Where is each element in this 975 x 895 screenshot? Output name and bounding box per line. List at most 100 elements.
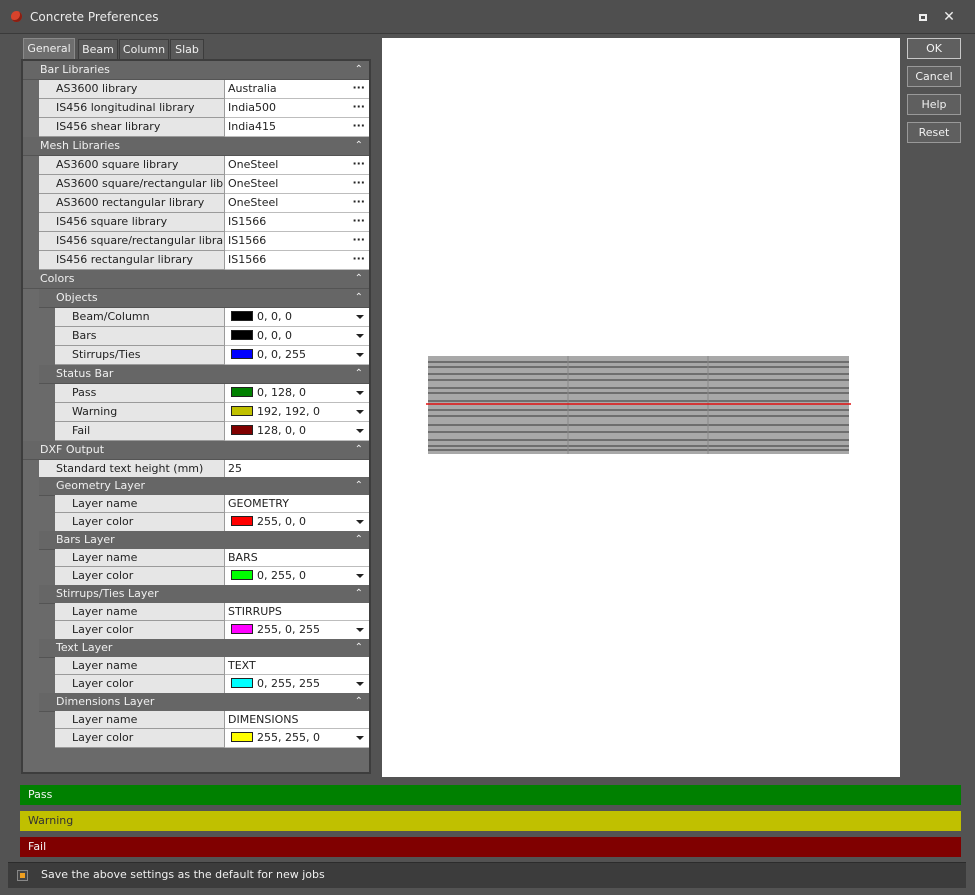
category-header[interactable]: Status Bar ⌃ <box>39 365 369 384</box>
property-value[interactable]: 255, 255, 0 <box>225 729 369 748</box>
reset-button[interactable]: Reset <box>907 122 961 143</box>
category-header[interactable]: Dimensions Layer ⌃ <box>39 693 369 712</box>
collapse-icon[interactable]: ⌃ <box>355 477 363 495</box>
ellipsis-icon[interactable]: ··· <box>352 251 365 268</box>
property-value[interactable]: OneSteel ··· <box>225 156 369 175</box>
property-row[interactable]: Layer color 0, 255, 255 <box>55 675 369 694</box>
category-header[interactable]: Geometry Layer ⌃ <box>39 477 369 496</box>
property-row[interactable]: Layer name TEXT <box>55 657 369 675</box>
tab-slab[interactable]: Slab <box>170 39 204 60</box>
property-value[interactable]: STIRRUPS <box>225 603 369 621</box>
tab-beam[interactable]: Beam <box>78 39 118 60</box>
property-value[interactable]: 255, 0, 255 <box>225 621 369 640</box>
category-header[interactable]: Objects ⌃ <box>39 289 369 308</box>
property-value[interactable]: 192, 192, 0 <box>225 403 369 422</box>
property-row[interactable]: Layer color 0, 255, 0 <box>55 567 369 586</box>
property-row[interactable]: Pass 0, 128, 0 <box>55 384 369 403</box>
collapse-icon[interactable]: ⌃ <box>355 289 363 307</box>
ellipsis-icon[interactable]: ··· <box>352 99 365 116</box>
ellipsis-icon[interactable]: ··· <box>352 156 365 173</box>
category-header[interactable]: Bars Layer ⌃ <box>39 531 369 550</box>
property-value[interactable]: DIMENSIONS <box>225 711 369 729</box>
category-header[interactable]: Colors ⌃ <box>23 270 369 289</box>
category-header[interactable]: Bar Libraries ⌃ <box>23 61 369 80</box>
dropdown-arrow-icon[interactable] <box>356 682 364 686</box>
property-row[interactable]: AS3600 library Australia ··· <box>39 80 369 99</box>
property-value[interactable]: India415 ··· <box>225 118 369 137</box>
collapse-icon[interactable]: ⌃ <box>355 365 363 383</box>
save-default-checkbox[interactable] <box>17 870 28 881</box>
collapse-icon[interactable]: ⌃ <box>355 639 363 657</box>
property-row[interactable]: Layer color 255, 0, 0 <box>55 513 369 532</box>
property-value[interactable]: TEXT <box>225 657 369 675</box>
property-row[interactable]: Stirrups/Ties 0, 0, 255 <box>55 346 369 365</box>
collapse-icon[interactable]: ⌃ <box>355 531 363 549</box>
dropdown-arrow-icon[interactable] <box>356 353 364 357</box>
property-value[interactable]: IS1566 ··· <box>225 232 369 251</box>
category-header[interactable]: DXF Output ⌃ <box>23 441 369 460</box>
cancel-button[interactable]: Cancel <box>907 66 961 87</box>
dropdown-arrow-icon[interactable] <box>356 410 364 414</box>
property-row[interactable]: Beam/Column 0, 0, 0 <box>55 308 369 327</box>
property-row[interactable]: AS3600 square/rectangular libraryOneStee… <box>39 175 369 194</box>
collapse-icon[interactable]: ⌃ <box>355 270 363 288</box>
ellipsis-icon[interactable]: ··· <box>352 80 365 97</box>
collapse-icon[interactable]: ⌃ <box>355 441 363 459</box>
close-icon[interactable]: ✕ <box>940 8 958 26</box>
property-value[interactable]: 255, 0, 0 <box>225 513 369 532</box>
category-header[interactable]: Text Layer ⌃ <box>39 639 369 658</box>
property-value[interactable]: 0, 255, 0 <box>225 567 369 586</box>
property-row[interactable]: Fail 128, 0, 0 <box>55 422 369 441</box>
dropdown-arrow-icon[interactable] <box>356 628 364 632</box>
dropdown-arrow-icon[interactable] <box>356 574 364 578</box>
ellipsis-icon[interactable]: ··· <box>352 213 365 230</box>
category-header[interactable]: Stirrups/Ties Layer ⌃ <box>39 585 369 604</box>
property-row[interactable]: Layer name GEOMETRY <box>55 495 369 513</box>
dropdown-arrow-icon[interactable] <box>356 391 364 395</box>
property-value[interactable]: 0, 0, 0 <box>225 327 369 346</box>
property-value[interactable]: 0, 255, 255 <box>225 675 369 694</box>
dropdown-arrow-icon[interactable] <box>356 334 364 338</box>
property-row[interactable]: IS456 longitudinal library India500 ··· <box>39 99 369 118</box>
property-row[interactable]: Layer name BARS <box>55 549 369 567</box>
tab-column[interactable]: Column <box>119 39 169 60</box>
ellipsis-icon[interactable]: ··· <box>352 194 365 211</box>
property-value[interactable]: OneSteel ··· <box>225 175 369 194</box>
property-value[interactable]: 0, 128, 0 <box>225 384 369 403</box>
property-row[interactable]: Layer name DIMENSIONS <box>55 711 369 729</box>
property-value[interactable]: IS1566 ··· <box>225 213 369 232</box>
property-row[interactable]: Bars 0, 0, 0 <box>55 327 369 346</box>
property-row[interactable]: IS456 square library IS1566 ··· <box>39 213 369 232</box>
category-header[interactable]: Mesh Libraries ⌃ <box>23 137 369 156</box>
property-row[interactable]: IS456 shear library India415 ··· <box>39 118 369 137</box>
property-value[interactable]: 0, 0, 0 <box>225 308 369 327</box>
property-row[interactable]: IS456 square/rectangular library IS1566 ··… <box>39 232 369 251</box>
ok-button[interactable]: OK <box>907 38 961 59</box>
collapse-icon[interactable]: ⌃ <box>355 693 363 711</box>
property-value[interactable]: India500 ··· <box>225 99 369 118</box>
ellipsis-icon[interactable]: ··· <box>352 118 365 135</box>
property-value[interactable]: IS1566 ··· <box>225 251 369 270</box>
ellipsis-icon[interactable]: ··· <box>352 232 365 249</box>
property-value[interactable]: 0, 0, 255 <box>225 346 369 365</box>
dropdown-arrow-icon[interactable] <box>356 520 364 524</box>
property-value[interactable]: GEOMETRY <box>225 495 369 513</box>
collapse-icon[interactable]: ⌃ <box>355 61 363 79</box>
property-row[interactable]: Standard text height (mm) 25 <box>39 460 369 478</box>
property-value[interactable]: BARS <box>225 549 369 567</box>
collapse-icon[interactable]: ⌃ <box>355 585 363 603</box>
property-row[interactable]: Warning 192, 192, 0 <box>55 403 369 422</box>
dropdown-arrow-icon[interactable] <box>356 736 364 740</box>
tab-general[interactable]: General <box>23 38 75 61</box>
property-row[interactable]: Layer name STIRRUPS <box>55 603 369 621</box>
maximize-icon[interactable] <box>914 8 932 26</box>
property-value[interactable]: 128, 0, 0 <box>225 422 369 441</box>
property-row[interactable]: Layer color 255, 0, 255 <box>55 621 369 640</box>
property-row[interactable]: AS3600 square library OneSteel ··· <box>39 156 369 175</box>
property-value[interactable]: 25 <box>225 460 369 478</box>
dropdown-arrow-icon[interactable] <box>356 429 364 433</box>
help-button[interactable]: Help <box>907 94 961 115</box>
property-value[interactable]: OneSteel ··· <box>225 194 369 213</box>
property-row[interactable]: Layer color 255, 255, 0 <box>55 729 369 748</box>
property-row[interactable]: IS456 rectangular library IS1566 ··· <box>39 251 369 270</box>
